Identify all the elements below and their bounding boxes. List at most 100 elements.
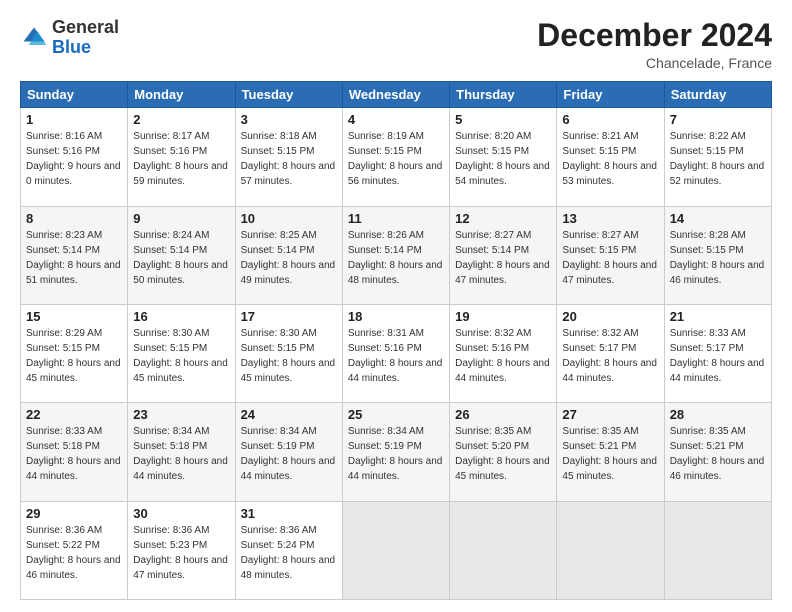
calendar-cell: 28Sunrise: 8:35 AMSunset: 5:21 PMDayligh…	[664, 403, 771, 501]
day-number: 3	[241, 112, 337, 127]
day-number: 25	[348, 407, 444, 422]
calendar: SundayMondayTuesdayWednesdayThursdayFrid…	[20, 81, 772, 600]
calendar-cell: 15 Sunrise: 8:29 AMSunset: 5:15 PMDayligh…	[21, 304, 128, 402]
logo-text: General Blue	[52, 18, 119, 58]
calendar-cell: 20Sunrise: 8:32 AMSunset: 5:17 PMDayligh…	[557, 304, 664, 402]
calendar-cell: 2 Sunrise: 8:17 AMSunset: 5:16 PMDaylight…	[128, 108, 235, 206]
day-info: Sunrise: 8:28 AMSunset: 5:15 PMDaylight:…	[670, 228, 766, 288]
calendar-day-header: Tuesday	[235, 82, 342, 108]
calendar-week-row: 22 Sunrise: 8:33 AMSunset: 5:18 PMDayligh…	[21, 403, 772, 501]
calendar-cell: 25Sunrise: 8:34 AMSunset: 5:19 PMDayligh…	[342, 403, 449, 501]
day-number: 17	[241, 309, 337, 324]
day-info: Sunrise: 8:18 AMSunset: 5:15 PMDaylight:…	[241, 129, 337, 189]
day-info: Sunrise: 8:21 AMSunset: 5:15 PMDaylight:…	[562, 129, 658, 189]
calendar-cell: 29 Sunrise: 8:36 AMSunset: 5:22 PMDayligh…	[21, 501, 128, 599]
calendar-cell: 8Sunrise: 8:23 AMSunset: 5:14 PMDaylight…	[21, 206, 128, 304]
day-info: Sunrise: 8:22 AMSunset: 5:15 PMDaylight:…	[670, 129, 766, 189]
calendar-cell	[342, 501, 449, 599]
day-info: Sunrise: 8:36 AMSunset: 5:22 PMDaylight:…	[26, 523, 122, 583]
day-info: Sunrise: 8:33 AMSunset: 5:18 PMDaylight:…	[26, 424, 122, 484]
calendar-cell: 14 Sunrise: 8:28 AMSunset: 5:15 PMDayligh…	[664, 206, 771, 304]
day-info: Sunrise: 8:30 AMSunset: 5:15 PMDaylight:…	[133, 326, 229, 386]
calendar-cell: 1 Sunrise: 8:16 AMSunset: 5:16 PMDaylight…	[21, 108, 128, 206]
day-number: 1	[26, 112, 122, 127]
day-info: Sunrise: 8:20 AMSunset: 5:15 PMDaylight:…	[455, 129, 551, 189]
logo-blue-text: Blue	[52, 37, 91, 57]
calendar-week-row: 8Sunrise: 8:23 AMSunset: 5:14 PMDaylight…	[21, 206, 772, 304]
calendar-cell: 16 Sunrise: 8:30 AMSunset: 5:15 PMDayligh…	[128, 304, 235, 402]
calendar-cell: 26Sunrise: 8:35 AMSunset: 5:20 PMDayligh…	[450, 403, 557, 501]
calendar-cell: 13Sunrise: 8:27 AMSunset: 5:15 PMDayligh…	[557, 206, 664, 304]
calendar-cell: 9Sunrise: 8:24 AMSunset: 5:14 PMDaylight…	[128, 206, 235, 304]
day-number: 22	[26, 407, 122, 422]
calendar-cell: 31Sunrise: 8:36 AMSunset: 5:24 PMDayligh…	[235, 501, 342, 599]
day-number: 4	[348, 112, 444, 127]
day-info: Sunrise: 8:35 AMSunset: 5:21 PMDaylight:…	[562, 424, 658, 484]
location: Chancelade, France	[537, 55, 772, 71]
day-number: 27	[562, 407, 658, 422]
day-number: 21	[670, 309, 766, 324]
calendar-cell: 17 Sunrise: 8:30 AMSunset: 5:15 PMDayligh…	[235, 304, 342, 402]
day-info: Sunrise: 8:16 AMSunset: 5:16 PMDaylight:…	[26, 129, 122, 189]
day-info: Sunrise: 8:19 AMSunset: 5:15 PMDaylight:…	[348, 129, 444, 189]
calendar-cell: 30Sunrise: 8:36 AMSunset: 5:23 PMDayligh…	[128, 501, 235, 599]
calendar-day-header: Monday	[128, 82, 235, 108]
day-info: Sunrise: 8:30 AMSunset: 5:15 PMDaylight:…	[241, 326, 337, 386]
day-number: 5	[455, 112, 551, 127]
calendar-cell: 12 Sunrise: 8:27 AMSunset: 5:14 PMDayligh…	[450, 206, 557, 304]
day-number: 11	[348, 211, 444, 226]
day-info: Sunrise: 8:25 AMSunset: 5:14 PMDaylight:…	[241, 228, 337, 288]
day-number: 15	[26, 309, 122, 324]
day-info: Sunrise: 8:32 AMSunset: 5:17 PMDaylight:…	[562, 326, 658, 386]
calendar-cell: 6 Sunrise: 8:21 AMSunset: 5:15 PMDaylight…	[557, 108, 664, 206]
calendar-cell: 3 Sunrise: 8:18 AMSunset: 5:15 PMDaylight…	[235, 108, 342, 206]
calendar-week-row: 15 Sunrise: 8:29 AMSunset: 5:15 PMDayligh…	[21, 304, 772, 402]
day-info: Sunrise: 8:29 AMSunset: 5:15 PMDaylight:…	[26, 326, 122, 386]
calendar-cell: 22 Sunrise: 8:33 AMSunset: 5:18 PMDayligh…	[21, 403, 128, 501]
calendar-cell: 21 Sunrise: 8:33 AMSunset: 5:17 PMDayligh…	[664, 304, 771, 402]
calendar-cell: 11 Sunrise: 8:26 AMSunset: 5:14 PMDayligh…	[342, 206, 449, 304]
day-info: Sunrise: 8:17 AMSunset: 5:16 PMDaylight:…	[133, 129, 229, 189]
calendar-header-row: SundayMondayTuesdayWednesdayThursdayFrid…	[21, 82, 772, 108]
day-info: Sunrise: 8:31 AMSunset: 5:16 PMDaylight:…	[348, 326, 444, 386]
calendar-cell	[450, 501, 557, 599]
day-number: 29	[26, 506, 122, 521]
calendar-cell: 27 Sunrise: 8:35 AMSunset: 5:21 PMDayligh…	[557, 403, 664, 501]
day-number: 16	[133, 309, 229, 324]
month-title: December 2024	[537, 18, 772, 53]
day-number: 23	[133, 407, 229, 422]
calendar-cell: 18 Sunrise: 8:31 AMSunset: 5:16 PMDayligh…	[342, 304, 449, 402]
calendar-week-row: 1 Sunrise: 8:16 AMSunset: 5:16 PMDaylight…	[21, 108, 772, 206]
day-number: 8	[26, 211, 122, 226]
day-info: Sunrise: 8:36 AMSunset: 5:23 PMDaylight:…	[133, 523, 229, 583]
day-number: 14	[670, 211, 766, 226]
calendar-day-header: Sunday	[21, 82, 128, 108]
logo-general-text: General	[52, 17, 119, 37]
day-info: Sunrise: 8:33 AMSunset: 5:17 PMDaylight:…	[670, 326, 766, 386]
logo-icon	[20, 24, 48, 52]
day-info: Sunrise: 8:24 AMSunset: 5:14 PMDaylight:…	[133, 228, 229, 288]
page: General Blue December 2024 Chancelade, F…	[0, 0, 792, 612]
day-number: 6	[562, 112, 658, 127]
calendar-day-header: Saturday	[664, 82, 771, 108]
day-number: 26	[455, 407, 551, 422]
calendar-cell	[664, 501, 771, 599]
day-info: Sunrise: 8:27 AMSunset: 5:15 PMDaylight:…	[562, 228, 658, 288]
day-number: 7	[670, 112, 766, 127]
day-info: Sunrise: 8:34 AMSunset: 5:19 PMDaylight:…	[241, 424, 337, 484]
day-number: 2	[133, 112, 229, 127]
calendar-cell: 7 Sunrise: 8:22 AMSunset: 5:15 PMDaylight…	[664, 108, 771, 206]
day-info: Sunrise: 8:27 AMSunset: 5:14 PMDaylight:…	[455, 228, 551, 288]
day-info: Sunrise: 8:34 AMSunset: 5:18 PMDaylight:…	[133, 424, 229, 484]
calendar-cell: 24Sunrise: 8:34 AMSunset: 5:19 PMDayligh…	[235, 403, 342, 501]
header: General Blue December 2024 Chancelade, F…	[20, 18, 772, 71]
day-number: 18	[348, 309, 444, 324]
calendar-day-header: Thursday	[450, 82, 557, 108]
calendar-body: 1 Sunrise: 8:16 AMSunset: 5:16 PMDaylight…	[21, 108, 772, 600]
day-number: 19	[455, 309, 551, 324]
day-info: Sunrise: 8:35 AMSunset: 5:21 PMDaylight:…	[670, 424, 766, 484]
calendar-cell: 4 Sunrise: 8:19 AMSunset: 5:15 PMDaylight…	[342, 108, 449, 206]
day-info: Sunrise: 8:26 AMSunset: 5:14 PMDaylight:…	[348, 228, 444, 288]
day-number: 12	[455, 211, 551, 226]
calendar-cell: 19Sunrise: 8:32 AMSunset: 5:16 PMDayligh…	[450, 304, 557, 402]
